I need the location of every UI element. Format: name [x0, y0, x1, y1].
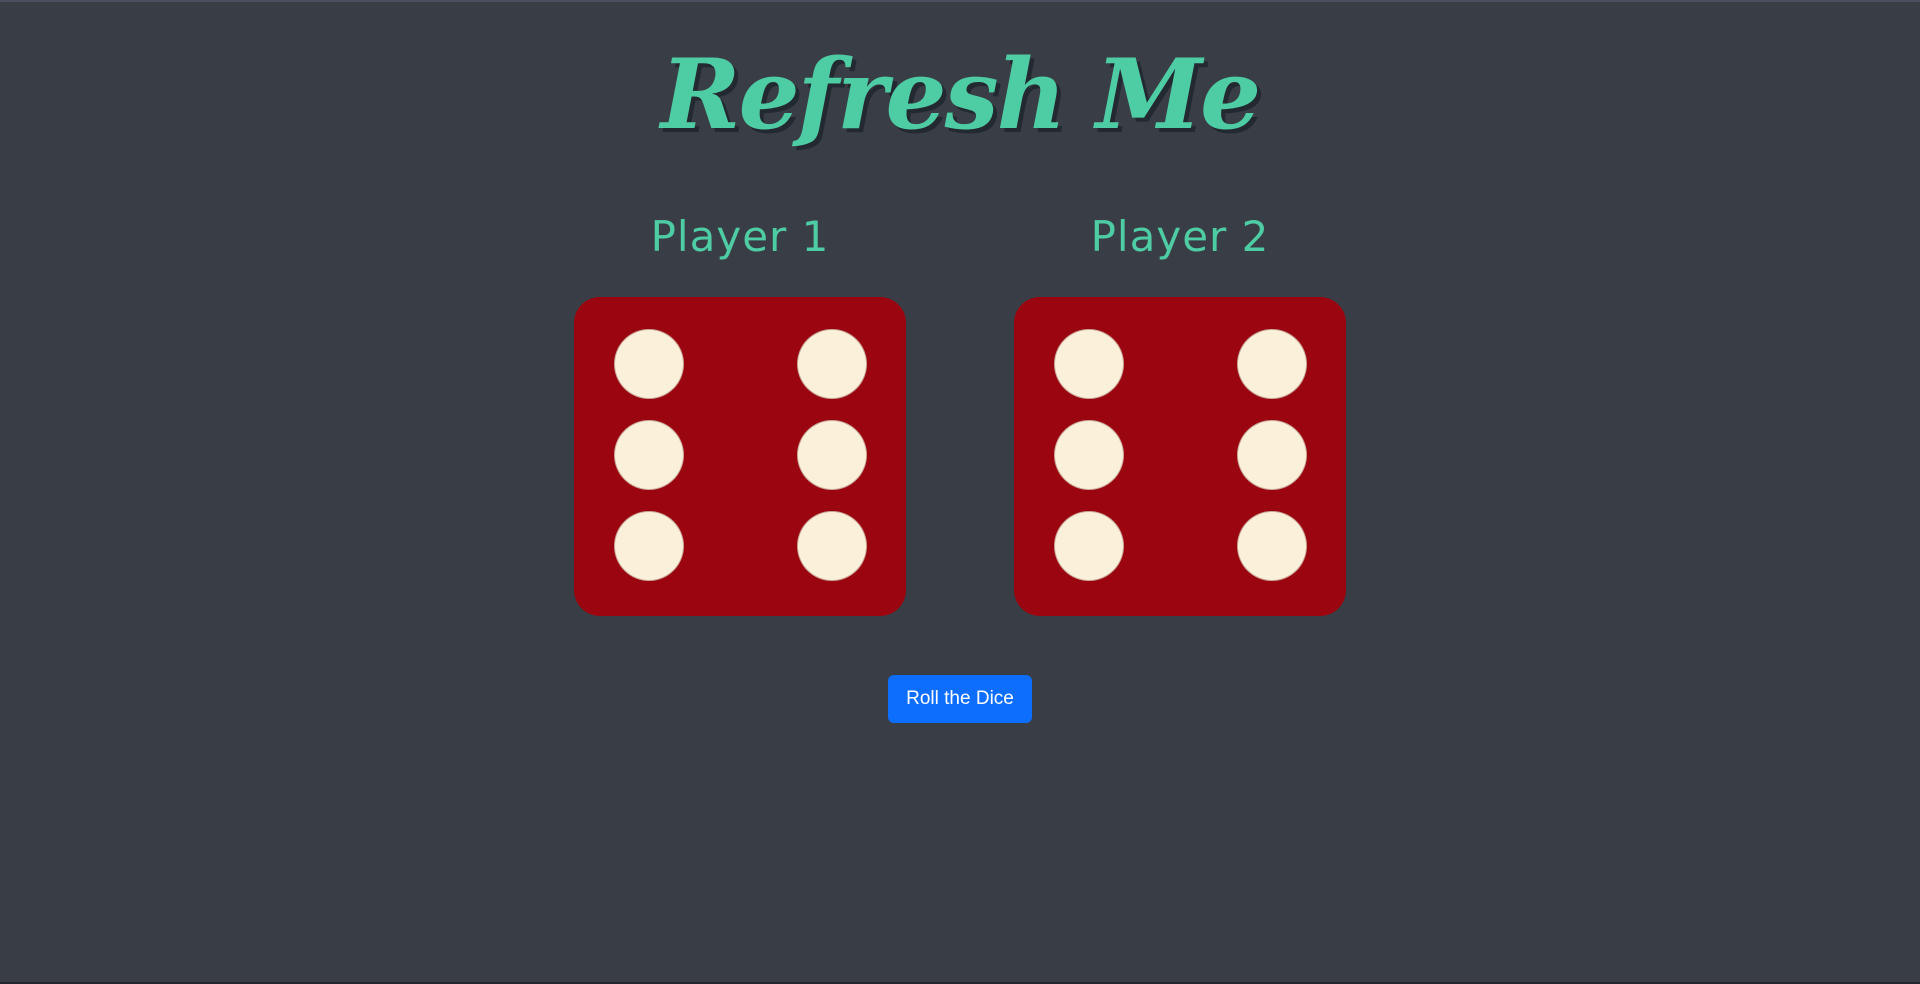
roll-dice-button[interactable]: Roll the Dice [888, 675, 1032, 723]
player-2-label: Player 2 [1090, 212, 1270, 261]
die-pip [615, 512, 683, 580]
die-pip [798, 421, 866, 489]
player-1-panel: Player 1 [574, 202, 906, 616]
player-2-panel: Player 2 [1014, 202, 1346, 616]
die-pip [1238, 421, 1306, 489]
die-pip [1055, 512, 1123, 580]
player-1-label: Player 1 [650, 212, 830, 261]
die-pip [798, 330, 866, 398]
die-pip [1055, 421, 1123, 489]
die-pip [798, 512, 866, 580]
die-pip [615, 330, 683, 398]
die-pip [1238, 330, 1306, 398]
player-2-die [1014, 297, 1346, 616]
die-pip [615, 421, 683, 489]
die-pip [1238, 512, 1306, 580]
die-pip [1055, 330, 1123, 398]
page-title: Refresh Me [660, 38, 1261, 151]
player-1-die [574, 297, 906, 616]
